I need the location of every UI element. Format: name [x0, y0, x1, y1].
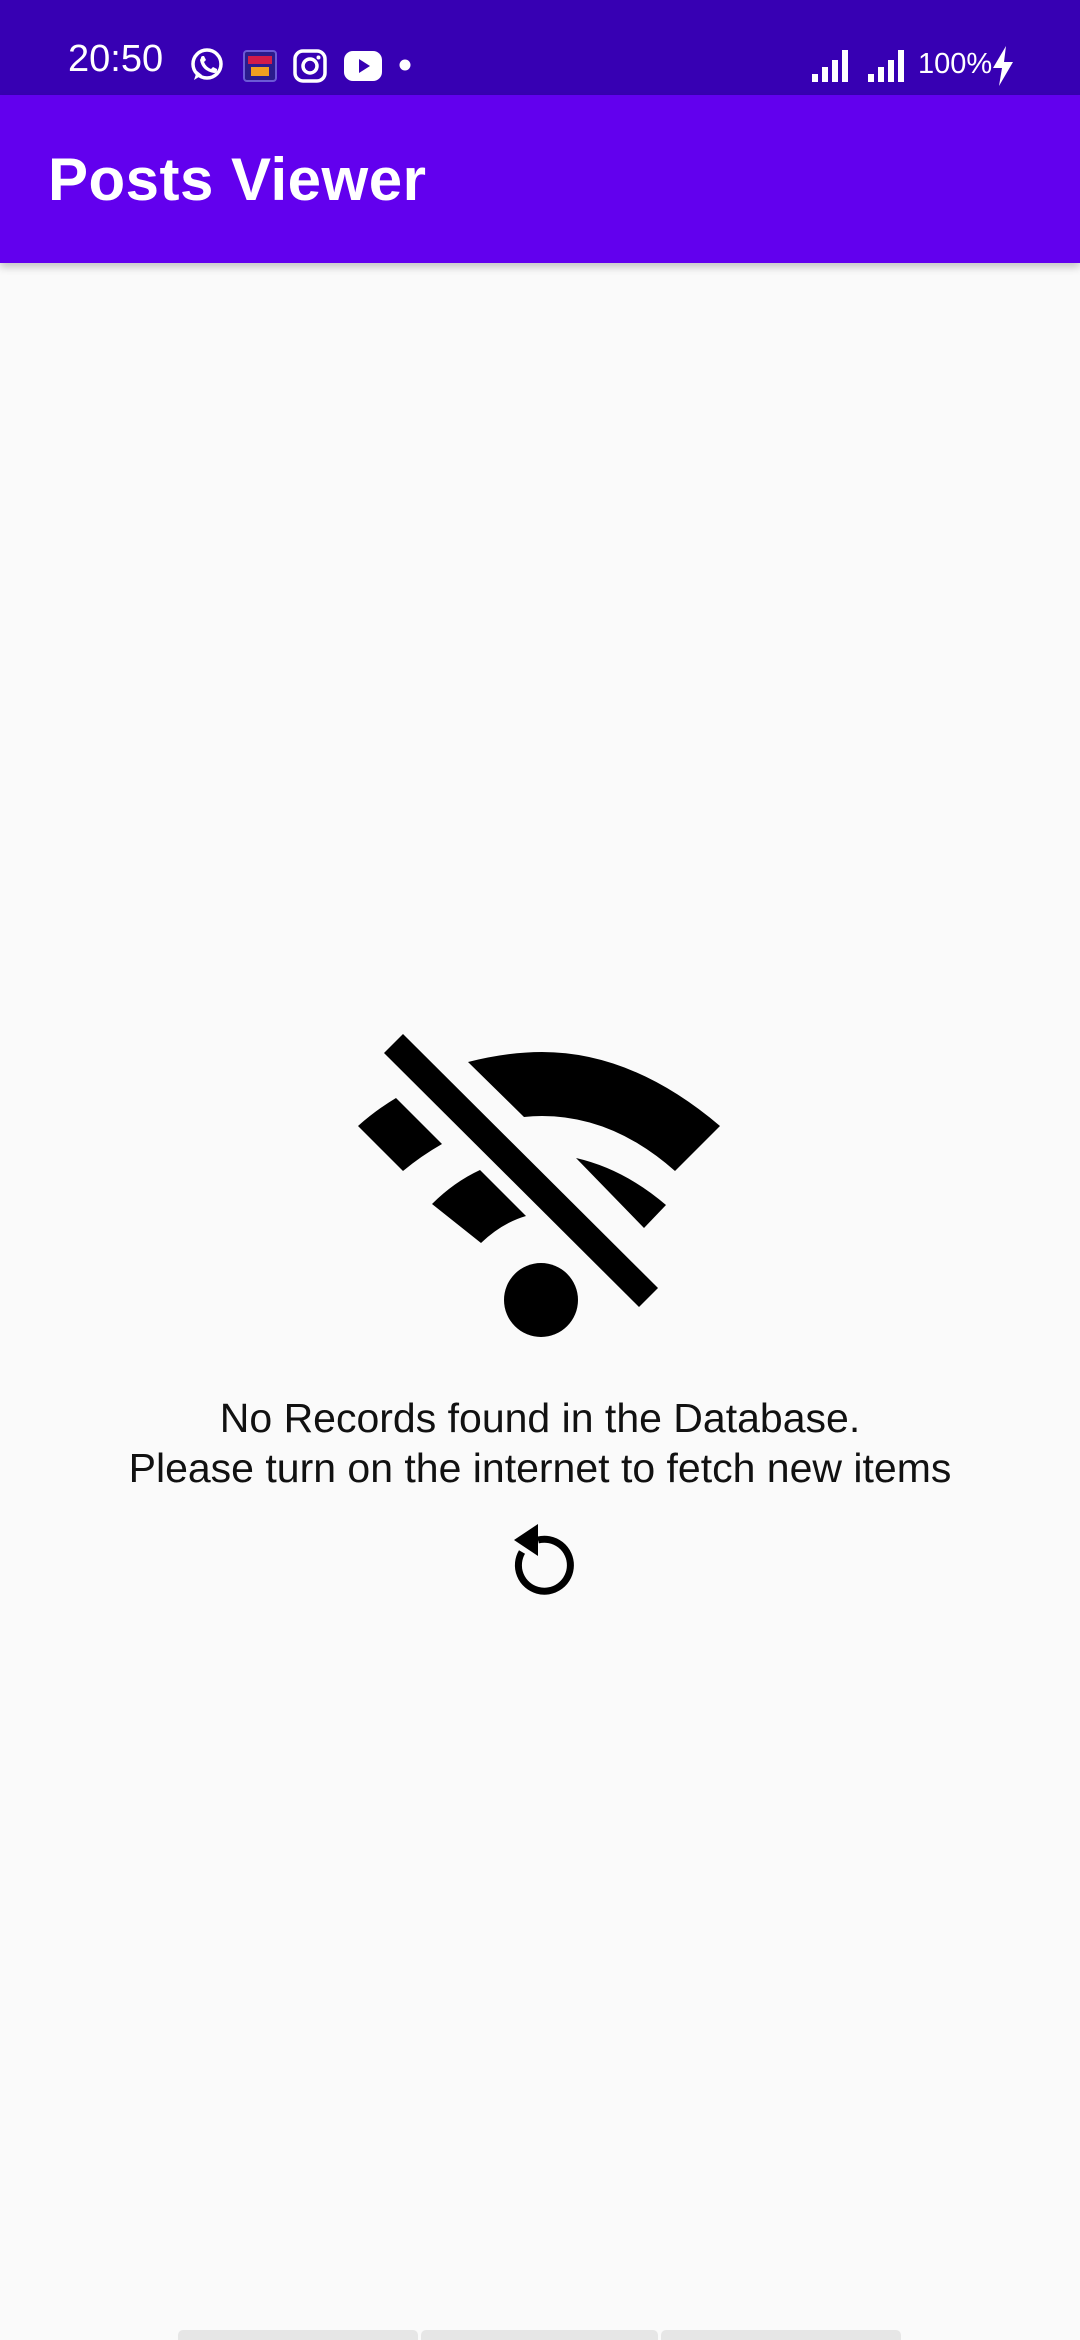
youtube-icon [344, 51, 382, 81]
signal-icon [812, 50, 848, 82]
empty-message-line-2: Please turn on the internet to fetch new… [128, 1445, 952, 1491]
charging-icon [993, 46, 1013, 86]
empty-message-line-1: No Records found in the Database. [219, 1395, 861, 1441]
refresh-icon[interactable] [500, 1518, 580, 1598]
whatsapp-icon [191, 48, 223, 80]
empty-message: No Records found in the Database. Please… [0, 1393, 1080, 1493]
nav-handle-right [661, 2330, 901, 2340]
more-dot-icon [399, 59, 411, 71]
app-title: Posts Viewer [48, 146, 427, 213]
nav-handle-left [178, 2330, 418, 2340]
nav-handle-center [421, 2330, 658, 2340]
instagram-icon [293, 49, 327, 83]
status-bar: 20:50 100% [0, 0, 1080, 95]
battery-percentage: 100% [918, 48, 993, 80]
wifi-off-icon [358, 1034, 720, 1337]
app-bar: Posts Viewer [0, 95, 1080, 263]
signal-icon [868, 50, 904, 82]
status-time: 20:50 [68, 38, 164, 80]
game-app-icon [243, 50, 277, 82]
